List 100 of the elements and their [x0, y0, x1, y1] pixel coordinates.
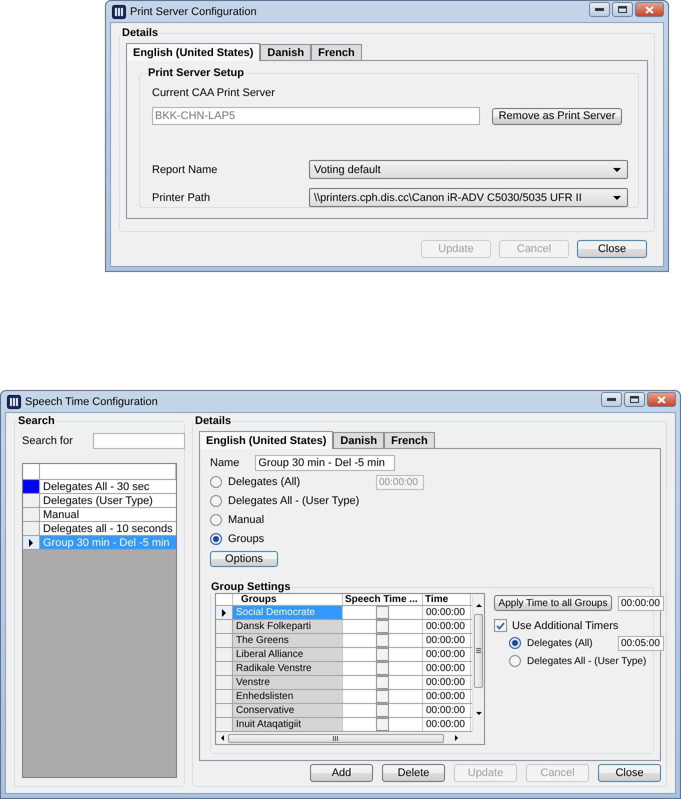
list-item[interactable]: Delegates All - 30 sec: [40, 480, 176, 493]
list-item[interactable]: Delegates (User Type): [40, 494, 176, 507]
caret-icon: [613, 196, 621, 200]
table-cell: 00:00:00: [423, 676, 471, 689]
checkbox[interactable]: [376, 690, 389, 703]
scroll-up-icon: [476, 604, 482, 607]
list-item[interactable]: Manual: [40, 508, 176, 521]
dialog-button[interactable]: Close: [577, 240, 647, 258]
checkbox[interactable]: [376, 620, 389, 633]
table-cell: Inuit Ataqatigiit: [233, 718, 343, 731]
table-cell: 00:00:00: [423, 662, 471, 675]
scroll-left-icon: [220, 735, 224, 741]
table-cell: Dansk Folkeparti: [233, 620, 343, 633]
table-cell: The Greens: [233, 634, 343, 647]
checkbox[interactable]: [376, 648, 389, 661]
table-cell: 00:00:00: [423, 704, 471, 717]
radio-button[interactable]: Delegates All - (User Type): [509, 653, 646, 669]
table-cell: Social Democrate: [233, 606, 343, 619]
minimize-button[interactable]: [589, 2, 610, 17]
language-tab[interactable]: English (United States): [199, 431, 334, 449]
radio-button[interactable]: Delegates All - (User Type): [210, 493, 376, 509]
group-label: Search: [18, 415, 55, 427]
table-cell: 00:00:00: [423, 648, 471, 661]
table-cell: 00:00:00: [423, 690, 471, 703]
table-cell: Enhedslisten: [233, 690, 343, 703]
dialog-button[interactable]: Add: [310, 764, 373, 782]
radio-button[interactable]: Delegates (All): [210, 474, 376, 490]
close-icon: [645, 6, 654, 14]
table-cell: Radikale Venstre: [233, 662, 343, 675]
app-icon: [112, 4, 126, 18]
maximize-icon: [630, 396, 639, 403]
group-label: Print Server Setup: [148, 67, 244, 79]
column-header[interactable]: Time: [423, 594, 471, 605]
minimize-icon: [595, 8, 604, 11]
close-button[interactable]: [635, 2, 664, 17]
group-label: Details: [195, 415, 232, 427]
checkbox[interactable]: [376, 704, 389, 717]
radio-button[interactable]: Manual: [210, 512, 376, 528]
table-cell: 00:00:00: [423, 718, 471, 731]
grip-icon: [476, 648, 481, 654]
language-tab[interactable]: French: [384, 432, 435, 448]
minimize-button[interactable]: [601, 392, 622, 407]
table-cell: 00:00:00: [423, 620, 471, 633]
options-button[interactable]: Options: [210, 551, 278, 567]
maximize-button[interactable]: [624, 392, 645, 407]
scroll-right-icon: [454, 735, 458, 741]
vertical-scrollbar[interactable]: [472, 594, 484, 732]
checkbox[interactable]: Use Additional Timers: [494, 619, 618, 632]
table-cell: Conservative: [233, 704, 343, 717]
apply-button[interactable]: Apply Time to all Groups: [494, 595, 612, 611]
radio-button[interactable]: Groups: [210, 531, 376, 547]
checkbox[interactable]: [376, 634, 389, 647]
list-item[interactable]: Delegates all - 10 seconds: [40, 522, 176, 535]
field-label: Printer Path: [152, 192, 210, 204]
table-cell: Liberal Alliance: [233, 648, 343, 661]
table-cell: 00:00:00: [423, 606, 471, 619]
dropdown[interactable]: \\printers.cph.dis.cc\Canon iR-ADV C5030/5035 UFR II: [309, 188, 628, 207]
name-field[interactable]: Group 30 min - Del -5 min: [255, 455, 396, 471]
maximize-icon: [618, 6, 627, 13]
row-pointer-icon: [222, 608, 226, 616]
search-field[interactable]: [92, 433, 185, 449]
grip-icon: [332, 736, 340, 740]
row-header[interactable]: [23, 536, 40, 549]
scroll-down-icon: [476, 712, 482, 715]
checkbox[interactable]: [376, 718, 389, 731]
horizontal-scrollbar[interactable]: [216, 732, 484, 744]
group-label: Group Settings: [211, 581, 290, 593]
field-label: Report Name: [152, 164, 218, 176]
language-tab[interactable]: French: [311, 44, 362, 60]
row-header[interactable]: [216, 606, 233, 619]
close-icon: [657, 396, 666, 404]
column-header[interactable]: Speech Time ...: [343, 594, 423, 605]
dialog-button[interactable]: Delete: [382, 764, 445, 782]
close-button[interactable]: [647, 392, 676, 407]
radio-button[interactable]: Delegates (All): [509, 635, 618, 651]
remove-button[interactable]: Remove as Print Server: [492, 108, 622, 124]
table-cell: Venstre: [233, 676, 343, 689]
dropdown[interactable]: Voting default: [309, 160, 628, 179]
row-pointer-icon: [29, 538, 33, 546]
field-label: Name: [210, 457, 240, 469]
window-title: Print Server Configuration: [130, 6, 258, 18]
maximize-button[interactable]: [612, 2, 633, 17]
field-label: Search for: [22, 435, 73, 447]
language-tab[interactable]: Danish: [260, 44, 312, 60]
field-label: Current CAA Print Server: [152, 87, 275, 99]
time-field[interactable]: 00:00:00: [618, 596, 664, 610]
dialog-button[interactable]: Close: [598, 764, 661, 782]
table-cell: 00:00:00: [423, 634, 471, 647]
window-title: Speech Time Configuration: [25, 396, 159, 408]
group-label: Details: [122, 27, 158, 39]
time-field[interactable]: 00:05:00: [618, 636, 664, 650]
check-icon: [496, 622, 505, 630]
language-tab[interactable]: English (United States): [126, 43, 260, 61]
caret-icon: [613, 168, 621, 172]
checkbox[interactable]: [376, 676, 389, 689]
app-icon: [7, 394, 21, 408]
checkbox[interactable]: [376, 662, 389, 675]
server-field[interactable]: BKK-CHN-LAP5: [152, 107, 480, 125]
checkbox[interactable]: [376, 606, 389, 619]
language-tab[interactable]: Danish: [333, 432, 384, 448]
